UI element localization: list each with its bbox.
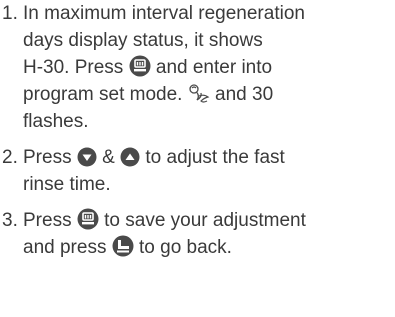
step-text: program set mode. bbox=[23, 84, 188, 105]
step-text: H-30. Press bbox=[23, 57, 129, 78]
step-1-line-5: flashes. bbox=[23, 108, 395, 135]
step-1-line-2: days display status, it shows bbox=[23, 27, 395, 54]
step-1-line-3: H-30. Press and enter into bbox=[23, 54, 395, 81]
up-arrow-button-icon bbox=[120, 147, 140, 167]
menu-button-icon bbox=[129, 55, 151, 77]
down-arrow-button-icon bbox=[77, 147, 97, 167]
step-text: to save your adjustment bbox=[98, 210, 306, 231]
step-text: and 30 bbox=[209, 84, 274, 105]
step-text: and press bbox=[23, 237, 112, 258]
step-2-line-2: rinse time. bbox=[23, 171, 395, 198]
step-text: and enter into bbox=[150, 57, 273, 78]
instruction-step-2: 2. Press & to adjust the fast rinse time… bbox=[0, 144, 395, 198]
step-text: In maximum interval regeneration bbox=[23, 3, 305, 24]
step-number: 3. bbox=[2, 210, 18, 231]
step-1-line-1: In maximum interval regeneration bbox=[23, 0, 395, 27]
instruction-list: 1. In maximum interval regeneration days… bbox=[0, 0, 395, 261]
instruction-step-3: 3. Press to save your adjustment and pre… bbox=[0, 207, 395, 261]
step-number: 1. bbox=[2, 3, 18, 24]
step-number: 2. bbox=[2, 147, 18, 168]
wrench-flush-icon bbox=[188, 84, 210, 104]
instruction-step-1: 1. In maximum interval regeneration days… bbox=[0, 0, 395, 135]
step-text: Press bbox=[23, 147, 77, 168]
back-button-icon bbox=[112, 235, 134, 257]
step-3-line-2: and press to go back. bbox=[23, 234, 395, 261]
step-text: rinse time. bbox=[23, 174, 111, 195]
step-3-line-1: Press to save your adjustment bbox=[23, 207, 395, 234]
step-text: flashes. bbox=[23, 111, 89, 132]
step-2-line-1: Press & to adjust the fast bbox=[23, 144, 395, 171]
step-1-line-4: program set mode. and 30 bbox=[23, 81, 395, 108]
step-text: to adjust the fast bbox=[140, 147, 285, 168]
step-text: & bbox=[96, 147, 121, 168]
step-text: Press bbox=[23, 210, 77, 231]
step-text: days display status, it shows bbox=[23, 30, 263, 51]
step-text: to go back. bbox=[133, 237, 232, 258]
menu-button-icon bbox=[77, 208, 99, 230]
